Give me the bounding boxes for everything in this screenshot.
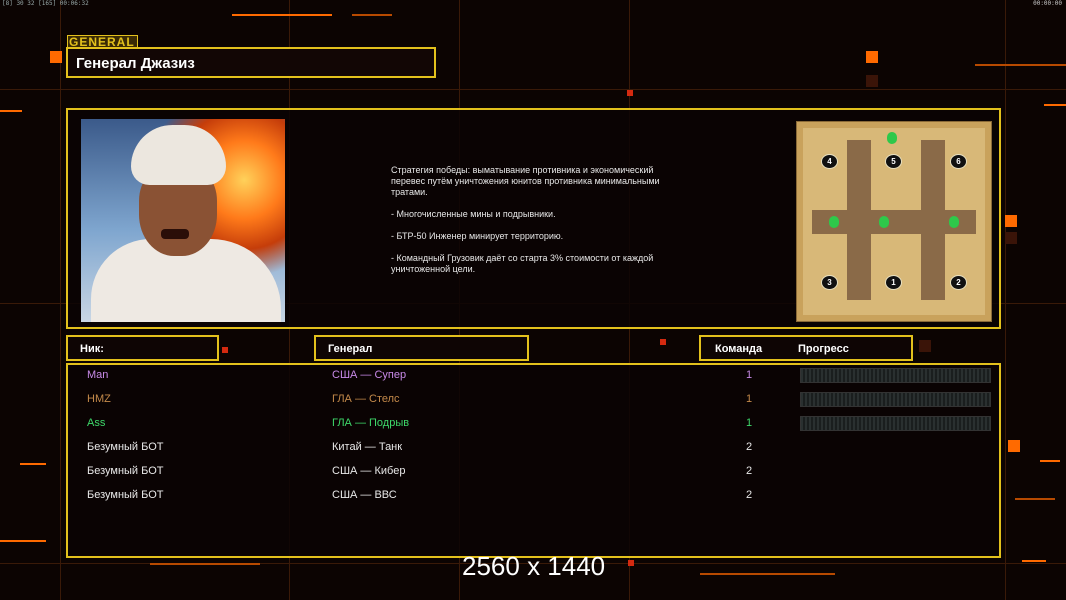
strategy-paragraph: Стратегия победы: выматывание противника… <box>391 165 660 197</box>
player-row: Man США — Супер 1 <box>68 365 999 385</box>
strategy-description: Стратегия победы: выматывание противника… <box>391 165 711 286</box>
map-preview: 4 5 6 3 1 2 <box>796 121 992 322</box>
player-team: 1 <box>746 369 753 381</box>
start-slot[interactable]: 3 <box>821 275 838 290</box>
fps-counter: [8] 30 32 [165] 00:06:32 <box>2 0 89 7</box>
player-general: США — Кибер <box>332 465 406 477</box>
strategy-paragraph: - Командный Грузовик даёт со старта 3% с… <box>391 253 654 274</box>
player-team: 1 <box>746 393 753 405</box>
player-row: HMZ ГЛА — Стелс 1 <box>68 389 999 409</box>
general-header-label: Генерал <box>328 343 373 355</box>
loading-progress-bar <box>800 392 991 407</box>
player-general: США — Супер <box>332 369 407 381</box>
team-header-label: Команда <box>715 343 763 355</box>
player-general: ГЛА — Подрыв <box>332 417 410 429</box>
column-header-team-progress: Команда Прогресс <box>699 335 913 361</box>
start-slot[interactable]: 2 <box>950 275 967 290</box>
column-header-general: Генерал <box>314 335 529 361</box>
player-row: Безумный БОТ США — ВВС 2 <box>68 485 999 505</box>
general-name: Генерал Джазиз <box>76 55 195 72</box>
player-general: ГЛА — Стелс <box>332 393 400 405</box>
general-info-panel: Стратегия победы: выматывание противника… <box>66 108 1001 329</box>
general-title-box: Генерал Джазиз <box>66 47 436 78</box>
player-team: 2 <box>746 465 753 477</box>
players-list: Man США — Супер 1 HMZ ГЛА — Стелс 1 Ass … <box>66 363 1001 558</box>
start-slot[interactable]: 4 <box>821 154 838 169</box>
loading-progress-bar <box>800 368 991 383</box>
player-general: Китай — Танк <box>332 441 403 453</box>
player-team: 1 <box>746 417 753 429</box>
player-nick: Man <box>87 369 109 381</box>
player-team: 2 <box>746 441 753 453</box>
player-nick: Безумный БОТ <box>87 441 164 453</box>
start-slot[interactable]: 5 <box>885 154 902 169</box>
general-portrait <box>81 119 285 322</box>
loading-progress-bar <box>800 416 991 431</box>
strategy-paragraph: - БТР-50 Инженер минирует территорию. <box>391 231 564 241</box>
resolution-watermark: 2560 x 1440 <box>462 551 606 581</box>
player-nick: HMZ <box>87 393 111 405</box>
game-timer: 00:00:00 <box>1033 0 1062 7</box>
player-team: 2 <box>746 489 753 501</box>
player-nick: Безумный БОТ <box>87 489 164 501</box>
column-header-nick: Ник: <box>66 335 219 361</box>
nick-header-label: Ник: <box>80 343 104 355</box>
player-general: США — ВВС <box>332 489 397 501</box>
player-nick: Ass <box>87 417 106 429</box>
player-nick: Безумный БОТ <box>87 465 164 477</box>
start-slot[interactable]: 1 <box>885 275 902 290</box>
progress-header-label: Прогресс <box>798 343 849 355</box>
player-row: Безумный БОТ США — Кибер 2 <box>68 461 999 481</box>
player-row: Ass ГЛА — Подрыв 1 <box>68 413 999 433</box>
strategy-paragraph: - Многочисленные мины и подрывники. <box>391 209 556 219</box>
player-row: Безумный БОТ Китай — Танк 2 <box>68 437 999 457</box>
start-slot[interactable]: 6 <box>950 154 967 169</box>
